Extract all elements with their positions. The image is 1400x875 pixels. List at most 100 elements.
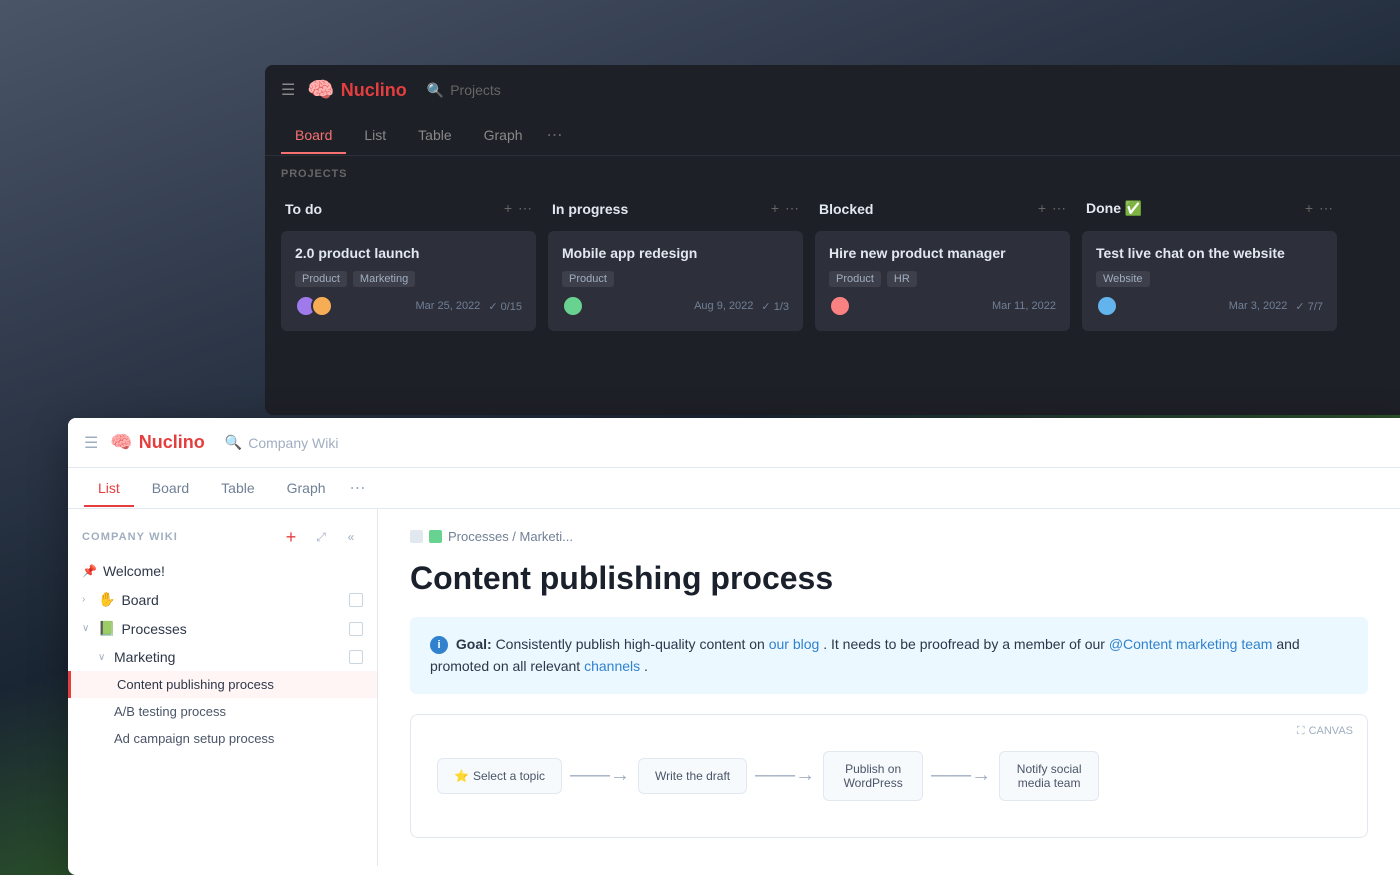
sidebar-item-checkbox[interactable] [349, 593, 363, 607]
sidebar-item-ad-campaign[interactable]: Ad campaign setup process [68, 725, 377, 752]
column-more-icon[interactable]: ⋯ [1052, 200, 1066, 217]
column-more-icon[interactable]: ⋯ [518, 200, 532, 217]
flow-node-select: ⭐Select a topic [437, 758, 562, 794]
tab-board-light[interactable]: Board [138, 470, 203, 506]
dark-tabs: Board List Table Graph ⋯ [265, 115, 1400, 156]
flow-node-notify: Notify socialmedia team [999, 751, 1099, 801]
canvas-label-text: CANVAS [1309, 725, 1353, 737]
goal-link-blog[interactable]: our blog [769, 636, 820, 652]
sidebar-item-label: Ad campaign setup process [114, 731, 274, 746]
breadcrumb: Processes / Marketi... [410, 529, 1368, 544]
column-done-actions: + ⋯ [1305, 200, 1333, 217]
goal-link-channels[interactable]: channels [584, 658, 640, 674]
tab-graph-light[interactable]: Graph [273, 470, 340, 506]
column-inprogress-title: In progress [552, 201, 628, 217]
sidebar-item-ab-testing[interactable]: A/B testing process [68, 698, 377, 725]
column-inprogress-header: In progress + ⋯ [548, 194, 803, 223]
sidebar-item-checkbox[interactable] [349, 622, 363, 636]
card-tags: Website [1096, 271, 1323, 287]
chevron-down-icon: ∨ [98, 652, 110, 663]
sidebar: COMPANY WIKI + ⤢ « 📌 Welcome! › ✋ Board [68, 509, 378, 866]
sidebar-expand-button[interactable]: ⤢ [309, 525, 333, 549]
info-icon: i [430, 636, 448, 654]
column-todo: To do + ⋯ 2.0 product launch Product Mar… [281, 194, 536, 339]
canvas-flow: ⭐Select a topic ——→ Write the draft ——→ … [427, 731, 1351, 821]
tab-table-light[interactable]: Table [207, 470, 268, 506]
card-product-launch[interactable]: 2.0 product launch Product Marketing Mar… [281, 231, 536, 331]
card-mobile-redesign[interactable]: Mobile app redesign Product Aug 9, 2022 … [548, 231, 803, 331]
goal-middle: . It needs to be proofread by a member o… [823, 636, 1109, 652]
sidebar-item-welcome[interactable]: 📌 Welcome! [68, 557, 377, 585]
card-hire-pm[interactable]: Hire new product manager Product HR Mar … [815, 231, 1070, 331]
card-date: Aug 9, 2022 [694, 300, 753, 312]
column-more-icon[interactable]: ⋯ [1319, 200, 1333, 217]
avatar [562, 295, 584, 317]
pin-icon: 📌 [82, 564, 97, 578]
card-tags: Product [562, 271, 789, 287]
sidebar-item-marketing[interactable]: ∨ Marketing [68, 643, 377, 671]
card-meta: Aug 9, 2022 ✓ 1/3 [694, 300, 789, 313]
tab-board-dark[interactable]: Board [281, 117, 346, 153]
dark-search[interactable]: 🔍 Projects [427, 82, 501, 99]
card-title: Hire new product manager [829, 245, 1056, 261]
column-in-progress: In progress + ⋯ Mobile app redesign Prod… [548, 194, 803, 339]
card-tasks: ✓ 1/3 [761, 300, 789, 313]
column-add-icon[interactable]: + [1305, 200, 1313, 217]
card-tasks: ✓ 0/15 [488, 300, 522, 313]
light-search[interactable]: 🔍 Company Wiki [225, 434, 339, 451]
card-meta: Mar 25, 2022 ✓ 0/15 [415, 300, 522, 313]
sidebar-item-about-us[interactable]: › ✋ Board [68, 585, 377, 614]
light-tabs-more[interactable]: ⋯ [344, 468, 372, 508]
sidebar-item-label: A/B testing process [114, 704, 226, 719]
sidebar-header: COMPANY WIKI + ⤢ « [68, 517, 377, 557]
card-title: 2.0 product launch [295, 245, 522, 261]
column-add-icon[interactable]: + [1038, 200, 1046, 217]
sidebar-item-checkbox[interactable] [349, 650, 363, 664]
dark-logo: 🧠 Nuclino [307, 77, 406, 103]
tab-list-light[interactable]: List [84, 470, 134, 506]
breadcrumb-page-icon [410, 530, 423, 543]
sidebar-actions: + ⤢ « [279, 525, 363, 549]
light-header: ☰ 🧠 Nuclino 🔍 Company Wiki [68, 418, 1400, 468]
sidebar-add-button[interactable]: + [279, 525, 303, 549]
board: To do + ⋯ 2.0 product launch Product Mar… [265, 186, 1400, 347]
chevron-down-icon: ∨ [82, 623, 94, 634]
column-inprogress-actions: + ⋯ [771, 200, 799, 217]
column-blocked-actions: + ⋯ [1038, 200, 1066, 217]
column-todo-title: To do [285, 201, 322, 217]
brain-light-icon: 🧠 [110, 432, 132, 453]
column-more-icon[interactable]: ⋯ [785, 200, 799, 217]
about-us-emoji: ✋ [98, 591, 115, 608]
sidebar-collapse-button[interactable]: « [339, 525, 363, 549]
goal-box: i Goal: Consistently publish high-qualit… [410, 617, 1368, 694]
avatar [829, 295, 851, 317]
sidebar-item-label: Board [121, 592, 158, 608]
hamburger-icon[interactable]: ☰ [281, 80, 295, 100]
canvas-area: ⛶ CANVAS ⭐Select a topic ——→ Write the d… [410, 714, 1368, 838]
column-todo-actions: + ⋯ [504, 200, 532, 217]
sidebar-item-label: Processes [121, 621, 186, 637]
column-done: Done ✅ + ⋯ Test live chat on the website… [1082, 194, 1337, 339]
dark-tabs-more[interactable]: ⋯ [541, 115, 569, 155]
hamburger-light-icon[interactable]: ☰ [84, 433, 98, 453]
tab-graph-dark[interactable]: Graph [470, 117, 537, 153]
card-title: Mobile app redesign [562, 245, 789, 261]
tab-table-dark[interactable]: Table [404, 117, 465, 153]
column-add-icon[interactable]: + [504, 200, 512, 217]
tag-marketing: Marketing [353, 271, 415, 287]
card-footer: Mar 11, 2022 [829, 295, 1056, 317]
column-blocked: Blocked + ⋯ Hire new product manager Pro… [815, 194, 1070, 339]
flow-node-draft: Write the draft [638, 758, 747, 794]
light-search-text: Company Wiki [248, 435, 338, 451]
card-footer: Mar 3, 2022 ✓ 7/7 [1096, 295, 1323, 317]
brain-icon: 🧠 [307, 77, 334, 103]
column-add-icon[interactable]: + [771, 200, 779, 217]
card-live-chat[interactable]: Test live chat on the website Website Ma… [1082, 231, 1337, 331]
sidebar-item-processes[interactable]: ∨ 📗 Processes [68, 614, 377, 643]
sidebar-item-content-publishing[interactable]: Content publishing process [68, 671, 377, 698]
goal-end2: . [644, 658, 648, 674]
tab-list-dark[interactable]: List [350, 117, 400, 153]
goal-link-team[interactable]: @Content marketing team [1109, 636, 1273, 652]
main-content: Processes / Marketi... Content publishin… [378, 509, 1400, 866]
column-done-header: Done ✅ + ⋯ [1082, 194, 1337, 223]
